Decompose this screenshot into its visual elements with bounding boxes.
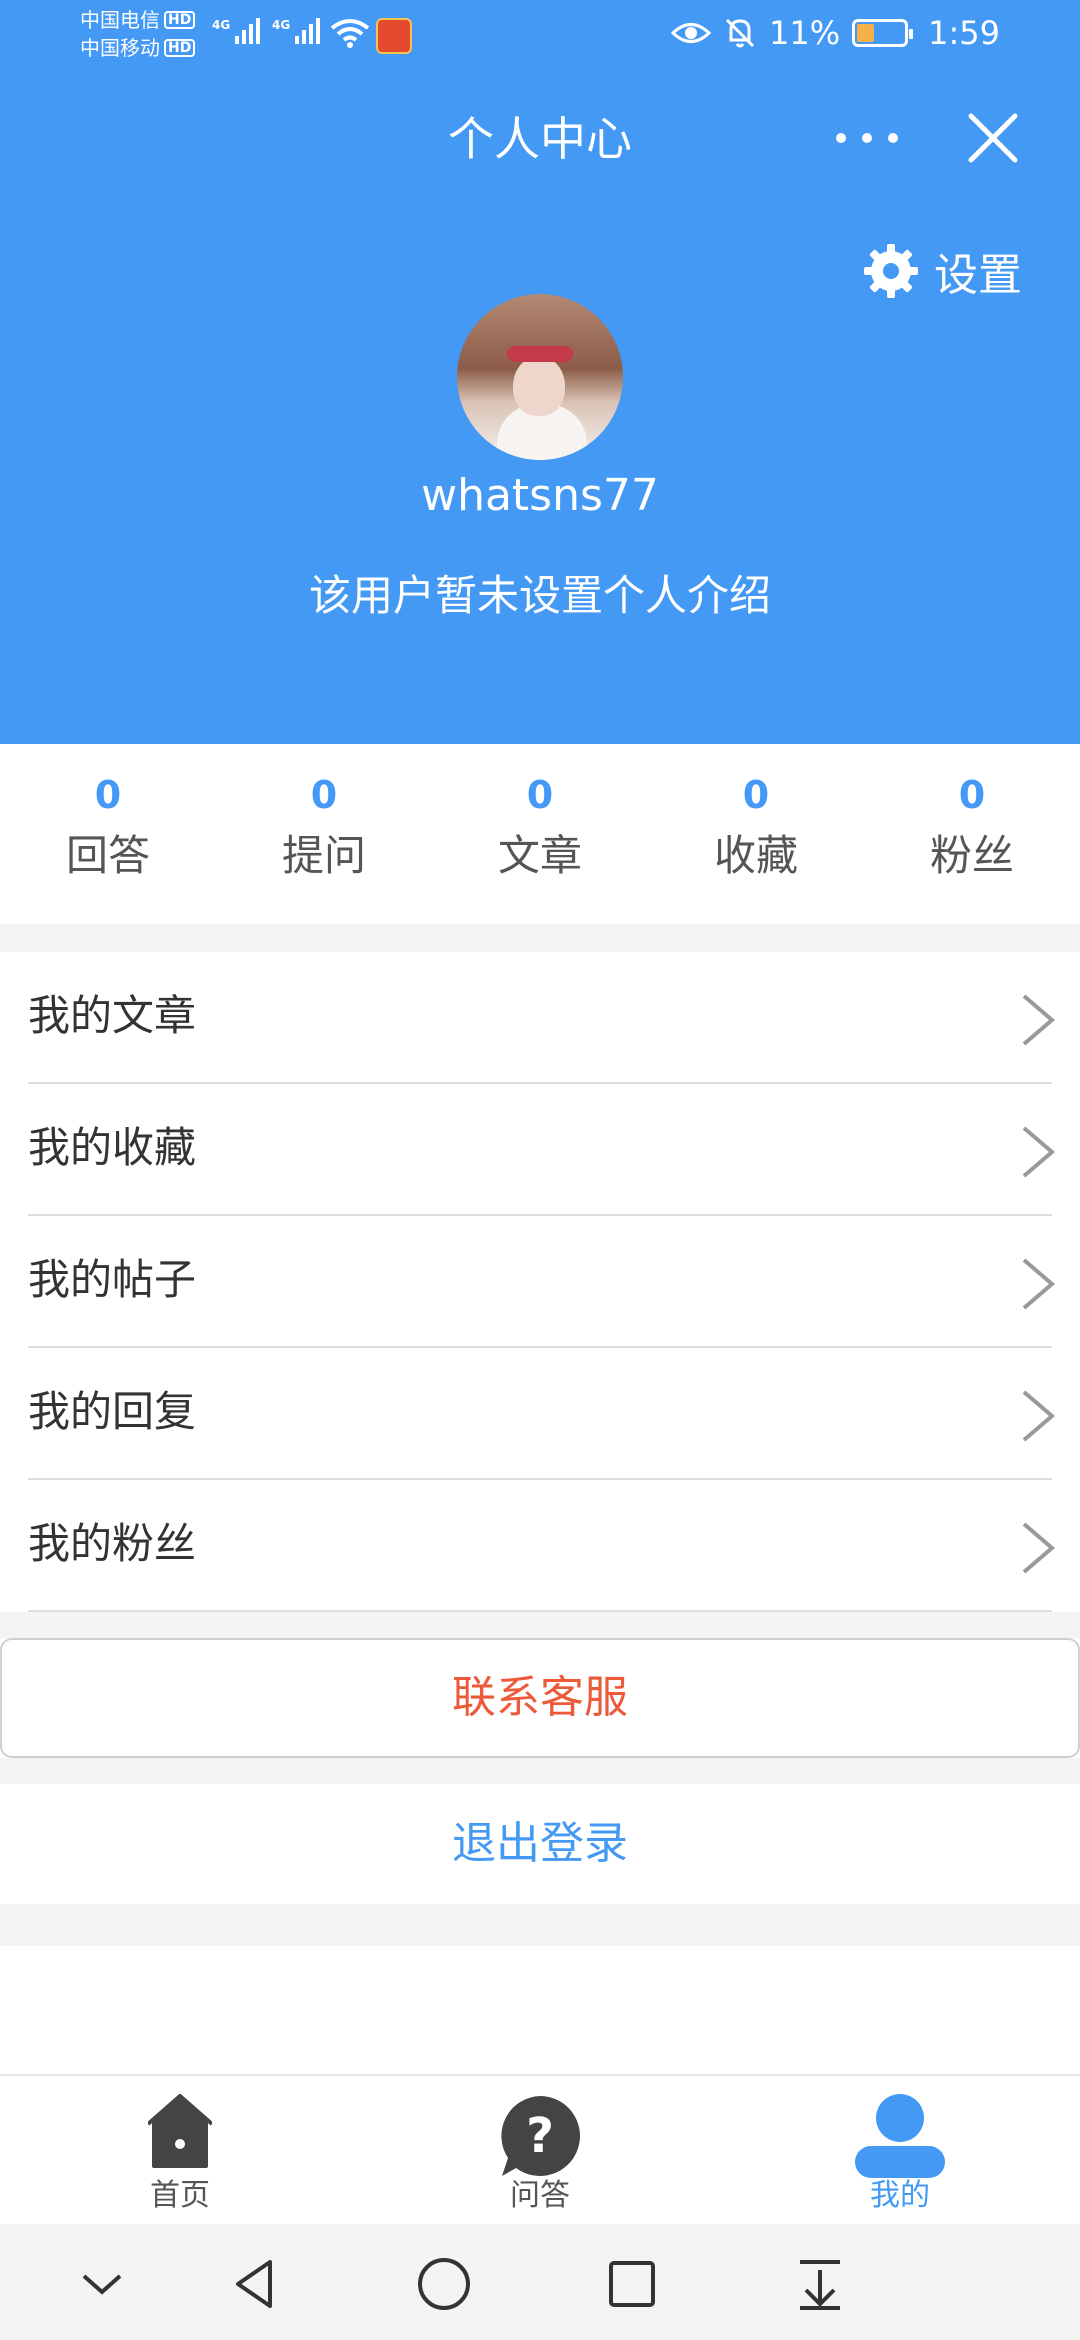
- signal-icon-1: 4G: [212, 18, 261, 44]
- stat-label: 收藏: [713, 831, 798, 880]
- network-type-1: 4G: [212, 18, 231, 32]
- eye-icon: [671, 23, 712, 43]
- network-type-2: 4G: [272, 18, 291, 32]
- tab-label: 我的: [870, 2178, 930, 2213]
- carrier-name-2: 中国移动: [80, 36, 160, 60]
- tab-label: 问答: [510, 2178, 570, 2213]
- stat-fans[interactable]: 0 粉丝: [864, 744, 1080, 924]
- recent-apps-icon[interactable]: [602, 2254, 662, 2314]
- close-icon[interactable]: [965, 110, 1021, 166]
- tab-qa[interactable]: ? 问答: [360, 2076, 720, 2224]
- dot-icon: [862, 133, 872, 143]
- wifi-icon: [330, 19, 370, 48]
- hd-badge-1: HD: [164, 11, 196, 29]
- home-icon: [148, 2094, 212, 2168]
- chevron-right-icon: [1022, 994, 1056, 1046]
- menu-item-label: 我的收藏: [28, 1123, 197, 1172]
- menu-list: 我的文章 我的收藏 我的帖子 我的回复 我的粉丝: [0, 952, 1080, 1612]
- stat-articles[interactable]: 0 文章: [432, 744, 648, 924]
- section-divider: [0, 924, 1080, 952]
- username: whatsns77: [421, 470, 659, 521]
- stat-value: 0: [526, 773, 554, 817]
- user-icon: [855, 2094, 945, 2178]
- settings-label: 设置: [934, 250, 1022, 301]
- more-options-button[interactable]: [830, 112, 904, 164]
- status-right: 11% 1:59: [671, 14, 1000, 52]
- chevron-right-icon: [1022, 1258, 1056, 1310]
- home-circle-icon[interactable]: [414, 2254, 474, 2314]
- stat-value: 0: [310, 773, 338, 817]
- menu-item-label: 我的帖子: [28, 1255, 197, 1304]
- hd-badge-2: HD: [164, 39, 196, 57]
- menu-item-my-articles[interactable]: 我的文章: [0, 952, 1080, 1084]
- battery-percent: 11%: [769, 14, 841, 52]
- carrier-info: 中国电信 HD 中国移动 HD: [80, 6, 196, 62]
- tab-home[interactable]: 首页: [0, 2076, 360, 2224]
- dot-icon: [888, 133, 898, 143]
- app-notification-icon: [376, 18, 412, 54]
- menu-item-label: 我的文章: [28, 991, 197, 1040]
- menu-item-label: 我的粉丝: [28, 1519, 197, 1568]
- chevron-right-icon: [1022, 1522, 1056, 1574]
- stat-label: 粉丝: [929, 831, 1014, 880]
- stat-label: 提问: [281, 831, 366, 880]
- profile-header: 中国电信 HD 中国移动 HD 4G 4G 11% 1:59 个人中心 设置 w…: [0, 0, 1080, 744]
- page-title: 个人中心: [448, 112, 632, 166]
- dot-icon: [836, 133, 846, 143]
- chevron-down-icon[interactable]: [72, 2254, 132, 2314]
- tab-label: 首页: [150, 2178, 210, 2213]
- settings-button[interactable]: 设置: [862, 238, 1022, 304]
- tab-mine[interactable]: 我的: [720, 2076, 1080, 2224]
- back-icon[interactable]: [226, 2254, 286, 2314]
- stat-label: 回答: [65, 831, 150, 880]
- menu-item-my-favorites[interactable]: 我的收藏: [0, 1084, 1080, 1216]
- stat-answers[interactable]: 0 回答: [0, 744, 216, 924]
- chevron-right-icon: [1022, 1126, 1056, 1178]
- logout-button[interactable]: 退出登录: [0, 1784, 1080, 1904]
- notification-drawer-icon[interactable]: [790, 2254, 850, 2314]
- system-nav-bar: [0, 2224, 1080, 2340]
- user-bio: 该用户暂未设置个人介绍: [308, 571, 771, 620]
- signal-icon-2: 4G: [272, 18, 321, 44]
- battery-icon: [852, 19, 914, 47]
- avatar[interactable]: [457, 294, 623, 460]
- clock: 1:59: [928, 14, 1000, 52]
- mute-bell-icon: [725, 18, 755, 48]
- chevron-right-icon: [1022, 1390, 1056, 1442]
- status-bar: 中国电信 HD 中国移动 HD 4G 4G 11% 1:59: [0, 0, 1080, 72]
- bottom-tab-bar: 首页 ? 问答 我的: [0, 2074, 1080, 2224]
- stat-value: 0: [94, 773, 122, 817]
- gear-icon: [864, 244, 918, 298]
- menu-item-my-fans[interactable]: 我的粉丝: [0, 1480, 1080, 1612]
- stat-value: 0: [742, 773, 770, 817]
- menu-item-label: 我的回复: [28, 1387, 197, 1436]
- stat-favorites[interactable]: 0 收藏: [648, 744, 864, 924]
- menu-item-my-posts[interactable]: 我的帖子: [0, 1216, 1080, 1348]
- svg-text:?: ?: [526, 2108, 554, 2164]
- contact-support-button[interactable]: 联系客服: [0, 1638, 1080, 1758]
- stat-value: 0: [958, 773, 986, 817]
- carrier-name-1: 中国电信: [80, 8, 160, 32]
- stat-label: 文章: [497, 831, 582, 880]
- section-divider: [0, 1758, 1080, 1784]
- section-divider: [0, 1612, 1080, 1638]
- section-divider: [0, 1904, 1080, 1946]
- menu-item-my-replies[interactable]: 我的回复: [0, 1348, 1080, 1480]
- stat-questions[interactable]: 0 提问: [216, 744, 432, 924]
- stats-bar: 0 回答 0 提问 0 文章 0 收藏 0 粉丝: [0, 744, 1080, 924]
- question-icon: ?: [501, 2096, 580, 2176]
